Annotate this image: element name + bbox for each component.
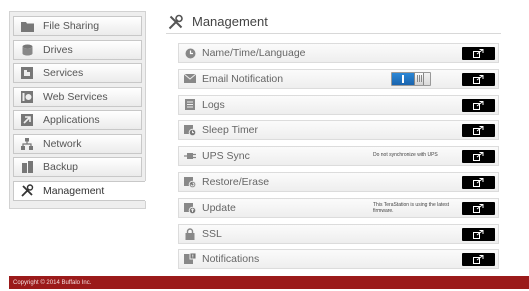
update-icon xyxy=(184,202,196,214)
ups-status-text: Do not synchronize with UPS xyxy=(373,152,438,159)
sidebar-item-label: Services xyxy=(43,67,84,79)
row-ups-sync[interactable]: UPS Sync Do not synchronize with UPS xyxy=(178,146,499,167)
row-restore-erase[interactable]: Restore/Erase xyxy=(178,171,499,192)
puzzle-icon xyxy=(20,66,34,80)
external-link-icon xyxy=(473,203,484,213)
sidebar-item-label: Management xyxy=(43,184,105,197)
open-settings-button[interactable] xyxy=(462,47,495,60)
page-title: Management xyxy=(192,14,268,29)
sidebar-item-label: Backup xyxy=(43,161,79,173)
external-link-icon xyxy=(473,229,484,239)
backup-icon xyxy=(20,160,34,174)
mail-icon xyxy=(184,73,196,85)
management-menu: Name/Time/Language Email Notification Lo… xyxy=(178,43,499,275)
sidebar-item-drives[interactable]: Drives xyxy=(13,39,142,60)
row-update[interactable]: Update This TeraStation is using the lat… xyxy=(178,197,499,218)
sidebar-item-management[interactable]: Management xyxy=(13,180,148,201)
open-settings-button[interactable] xyxy=(462,150,495,164)
open-settings-button[interactable] xyxy=(462,124,495,138)
open-settings-button[interactable] xyxy=(462,227,495,241)
open-settings-button[interactable] xyxy=(462,253,495,267)
logs-icon xyxy=(184,99,196,111)
row-label: Logs xyxy=(202,98,225,111)
sleep-timer-icon xyxy=(184,124,196,137)
clock-icon xyxy=(184,47,196,59)
sidebar-item-file-sharing[interactable]: File Sharing xyxy=(13,16,142,36)
notifications-icon xyxy=(184,253,196,265)
tools-icon xyxy=(168,14,184,30)
external-link-icon xyxy=(473,126,484,136)
row-ssl[interactable]: SSL xyxy=(178,223,499,244)
external-link-icon xyxy=(473,152,484,162)
open-settings-button[interactable] xyxy=(462,175,495,189)
sidebar: File Sharing Drives Services Web Service… xyxy=(9,11,148,209)
open-settings-button[interactable] xyxy=(462,98,495,112)
row-label: SSL xyxy=(202,227,222,240)
network-icon xyxy=(20,137,34,151)
row-sleep-timer[interactable]: Sleep Timer xyxy=(178,120,499,141)
external-link-icon xyxy=(473,74,484,84)
row-label: UPS Sync xyxy=(202,150,250,163)
web-service-icon xyxy=(20,90,34,104)
sidebar-item-services[interactable]: Services xyxy=(13,63,142,83)
sidebar-item-label: Drives xyxy=(43,43,73,56)
page-header: Management xyxy=(166,10,501,34)
sidebar-item-network[interactable]: Network xyxy=(13,133,142,154)
lock-icon xyxy=(184,227,196,240)
row-label: Update xyxy=(202,201,236,214)
row-notifications[interactable]: Notifications xyxy=(178,249,499,270)
open-settings-button[interactable] xyxy=(462,201,495,215)
main-panel: Management xyxy=(166,10,501,34)
open-settings-button[interactable] xyxy=(462,72,495,86)
external-link-icon xyxy=(473,255,484,265)
firmware-status-text: This TeraStation is using the latest fir… xyxy=(373,201,450,214)
plug-icon xyxy=(184,150,196,162)
email-notification-toggle[interactable] xyxy=(391,71,431,86)
applications-icon xyxy=(20,113,34,127)
row-label: Sleep Timer xyxy=(202,124,259,137)
external-link-icon xyxy=(473,177,484,187)
row-label: Restore/Erase xyxy=(202,175,270,188)
sidebar-item-label: Web Services xyxy=(43,90,108,103)
row-label: Notifications xyxy=(202,253,260,266)
row-email-notification[interactable]: Email Notification xyxy=(178,68,499,89)
sidebar-item-backup[interactable]: Backup xyxy=(13,157,142,177)
folder-icon xyxy=(20,19,34,33)
row-logs[interactable]: Logs xyxy=(178,94,499,115)
sidebar-item-label: Applications xyxy=(43,114,100,126)
sidebar-item-applications[interactable]: Applications xyxy=(13,110,142,130)
sidebar-item-label: File Sharing xyxy=(43,20,100,32)
external-link-icon xyxy=(473,49,484,58)
copyright-text: Copyright © 2014 Buffalo Inc. xyxy=(13,279,92,286)
row-label: Email Notification xyxy=(202,72,284,85)
restore-icon xyxy=(184,176,196,188)
row-label: Name/Time/Language xyxy=(202,47,306,59)
tools-icon xyxy=(20,184,34,198)
row-name-time-language[interactable]: Name/Time/Language xyxy=(178,43,499,63)
sidebar-item-label: Network xyxy=(43,137,82,150)
external-link-icon xyxy=(473,100,484,110)
sidebar-item-web-services[interactable]: Web Services xyxy=(13,86,142,107)
footer-bar: Copyright © 2014 Buffalo Inc. xyxy=(9,276,529,289)
drive-icon xyxy=(20,43,34,57)
